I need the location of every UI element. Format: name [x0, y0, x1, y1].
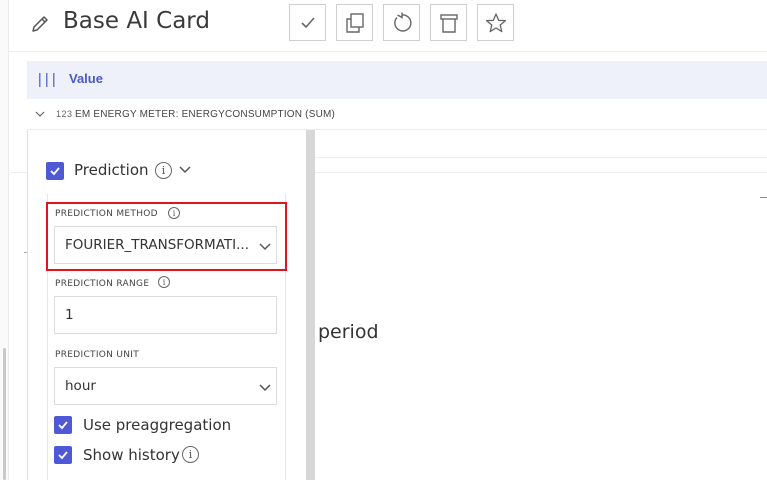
bars-icon	[39, 73, 55, 87]
background-period-text: period	[318, 321, 379, 343]
prediction-range-value: 1	[65, 307, 74, 323]
prediction-unit-value: hour	[65, 378, 96, 394]
checkmark-icon	[58, 421, 68, 430]
divider	[306, 157, 767, 158]
measure-row[interactable]: 123 EM ENERGY METER: ENERGYCONSUMPTION (…	[27, 100, 767, 130]
prediction-label[interactable]: Prediction	[74, 161, 149, 179]
prediction-unit-label: PREDICTION UNIT	[55, 350, 140, 360]
left-scrollbar[interactable]	[0, 0, 9, 480]
highlight-box	[46, 202, 287, 271]
star-icon	[485, 12, 506, 32]
value-section-header[interactable]: Value	[27, 61, 767, 99]
copy-icon	[345, 12, 364, 33]
prediction-checkbox[interactable]	[46, 162, 64, 180]
left-scrollbar-thumb[interactable]	[3, 348, 6, 480]
card-header: Base AI Card	[9, 0, 767, 52]
measure-label: EM ENERGY METER: ENERGYCONSUMPTION (SUM)	[75, 109, 336, 120]
show-history-label[interactable]: Show history	[83, 446, 180, 464]
info-icon[interactable]: i	[158, 276, 170, 288]
checkmark-icon	[58, 451, 68, 460]
info-icon[interactable]: i	[155, 162, 172, 179]
prediction-range-input[interactable]: 1	[54, 296, 277, 334]
refresh-icon	[393, 12, 412, 32]
delete-button[interactable]	[430, 4, 467, 41]
prediction-unit-select[interactable]: hour	[54, 367, 277, 405]
show-history-checkbox[interactable]	[54, 446, 72, 464]
favorite-button[interactable]	[477, 4, 514, 41]
use-preaggregation-checkbox[interactable]	[54, 416, 72, 434]
panel-scrollbar[interactable]	[306, 130, 315, 480]
use-preaggregation-label[interactable]: Use preaggregation	[83, 416, 231, 434]
checkmark-icon	[50, 167, 60, 176]
chevron-down-icon	[259, 384, 271, 392]
reset-button[interactable]	[383, 4, 420, 41]
value-label: Value	[69, 71, 103, 86]
page-title[interactable]: Base AI Card	[63, 8, 210, 34]
confirm-button[interactable]	[289, 4, 326, 41]
pencil-icon[interactable]	[29, 13, 51, 35]
prediction-range-label: PREDICTION RANGE	[55, 279, 150, 289]
number-type-icon: 123	[56, 109, 73, 119]
checkmark-icon	[300, 16, 315, 28]
duplicate-button[interactable]	[336, 4, 373, 41]
trash-icon	[439, 13, 458, 33]
divider	[760, 197, 767, 198]
chevron-down-icon[interactable]	[178, 165, 192, 175]
chevron-down-icon[interactable]	[35, 110, 45, 118]
info-icon[interactable]: i	[182, 446, 199, 463]
